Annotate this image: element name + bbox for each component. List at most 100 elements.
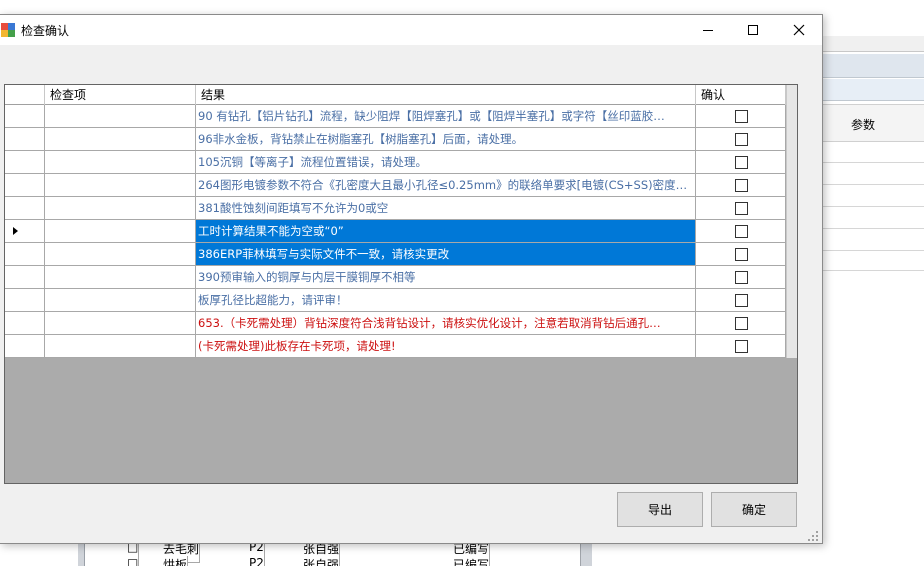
current-row-pointer-icon xyxy=(13,227,18,235)
check-item-cell[interactable] xyxy=(45,128,196,151)
background-grid-line xyxy=(822,270,924,271)
table-row[interactable]: 工时计算结果不能为空或“0” xyxy=(5,220,786,243)
tree-node-col2: P2 xyxy=(249,556,265,566)
table-row[interactable]: 653.（卡死需处理）背钻深度符合浅背钻设计，请核实优化设计，注意若取消背钻后通… xyxy=(5,312,786,335)
background-grid-line xyxy=(822,162,924,163)
resize-grip-icon[interactable] xyxy=(808,531,820,543)
tree-node-icon: □ xyxy=(127,556,140,566)
row-header-corner[interactable] xyxy=(5,85,45,105)
row-header[interactable] xyxy=(5,151,45,174)
result-cell[interactable]: (卡死需处理)此板存在卡死项，请处理! xyxy=(196,335,696,358)
result-cell[interactable]: 386ERP菲林填写与实际文件不一致，请核实更改 xyxy=(196,243,696,266)
table-row[interactable]: 264图形电镀参数不符合《孔密度大且最小孔径≤0.25mm》的联络单要求[电镀(… xyxy=(5,174,786,197)
screen: 参数 □ 去毛刺 P2 张自强 已编写 □ 烘板 P2 张自强 已编写 检查确认 xyxy=(0,0,924,566)
table-row[interactable]: 板厚孔径比超能力，请评审！ xyxy=(5,289,786,312)
background-toolbar xyxy=(822,36,924,52)
confirm-checkbox[interactable] xyxy=(735,317,748,330)
result-cell[interactable]: 105沉铜【等离子】流程位置错误，请处理。 xyxy=(196,151,696,174)
result-cell[interactable]: 96非水金板，背钻禁止在树脂塞孔【树脂塞孔】后面，请处理。 xyxy=(196,128,696,151)
confirm-cell[interactable] xyxy=(696,220,786,243)
result-cell[interactable]: 板厚孔径比超能力，请评审！ xyxy=(196,289,696,312)
confirm-checkbox[interactable] xyxy=(735,248,748,261)
table-row[interactable]: 381酸性蚀刻间距填写不允许为0或空 xyxy=(5,197,786,220)
confirm-checkbox[interactable] xyxy=(735,225,748,238)
title-bar[interactable]: 检查确认 xyxy=(0,15,822,45)
background-subheader xyxy=(822,79,924,101)
confirm-checkbox[interactable] xyxy=(735,294,748,307)
table-row[interactable]: 386ERP菲林填写与实际文件不一致，请核实更改 xyxy=(5,243,786,266)
confirm-cell[interactable] xyxy=(696,128,786,151)
row-header[interactable] xyxy=(5,105,45,128)
table-row[interactable]: 105沉铜【等离子】流程位置错误，请处理。 xyxy=(5,151,786,174)
confirm-checkbox[interactable] xyxy=(735,179,748,192)
check-item-cell[interactable] xyxy=(45,266,196,289)
confirm-cell[interactable] xyxy=(696,312,786,335)
check-item-cell[interactable] xyxy=(45,174,196,197)
check-item-cell[interactable] xyxy=(45,289,196,312)
check-item-cell[interactable] xyxy=(45,312,196,335)
row-header[interactable] xyxy=(5,197,45,220)
confirm-checkbox[interactable] xyxy=(735,156,748,169)
maximize-button[interactable] xyxy=(730,15,776,45)
row-header[interactable] xyxy=(5,335,45,358)
check-item-cell[interactable] xyxy=(45,220,196,243)
tree-node-status: 已编写 xyxy=(453,556,491,566)
check-item-cell[interactable] xyxy=(45,197,196,220)
check-results-grid: 检查项 结果 确认 90 有钻孔【铝片钻孔】流程，缺少阻焊【阻焊塞孔】或【阻焊半… xyxy=(4,84,798,484)
column-header-confirm[interactable]: 确认 xyxy=(696,85,786,105)
result-cell[interactable]: 653.（卡死需处理）背钻深度符合浅背钻设计，请核实优化设计，注意若取消背钻后通… xyxy=(196,312,696,335)
tree-node-col3: 张自强 xyxy=(303,556,341,566)
grid-scrollbar-gutter xyxy=(786,85,797,358)
background-grid-line xyxy=(822,184,924,185)
confirm-checkbox[interactable] xyxy=(735,340,748,353)
confirm-checkbox[interactable] xyxy=(735,202,748,215)
check-item-cell[interactable] xyxy=(45,105,196,128)
ok-button[interactable]: 确定 xyxy=(711,492,797,527)
table-row[interactable]: 390预审输入的铜厚与内层干膜铜厚不相等 xyxy=(5,266,786,289)
result-cell[interactable]: 工时计算结果不能为空或“0” xyxy=(196,220,696,243)
result-cell[interactable]: 264图形电镀参数不符合《孔密度大且最小孔径≤0.25mm》的联络单要求[电镀(… xyxy=(196,174,696,197)
result-cell[interactable]: 390预审输入的铜厚与内层干膜铜厚不相等 xyxy=(196,266,696,289)
maximize-icon xyxy=(748,25,758,35)
row-header[interactable] xyxy=(5,128,45,151)
row-header[interactable] xyxy=(5,289,45,312)
background-param-label: 参数 xyxy=(851,118,876,132)
row-header[interactable] xyxy=(5,220,45,243)
background-tab-strip xyxy=(822,54,924,78)
close-button[interactable] xyxy=(776,15,822,45)
close-icon xyxy=(793,24,805,36)
check-item-cell[interactable] xyxy=(45,151,196,174)
confirm-cell[interactable] xyxy=(696,105,786,128)
check-item-cell[interactable] xyxy=(45,335,196,358)
confirm-cell[interactable] xyxy=(696,151,786,174)
tree-node-name[interactable]: 烘板 xyxy=(163,556,189,566)
confirm-checkbox[interactable] xyxy=(735,271,748,284)
row-header[interactable] xyxy=(5,174,45,197)
result-cell[interactable]: 381酸性蚀刻间距填写不允许为0或空 xyxy=(196,197,696,220)
table-row[interactable]: (卡死需处理)此板存在卡死项，请处理! xyxy=(5,335,786,358)
row-header[interactable] xyxy=(5,266,45,289)
row-header[interactable] xyxy=(5,312,45,335)
confirm-checkbox[interactable] xyxy=(735,133,748,146)
confirm-cell[interactable] xyxy=(696,266,786,289)
confirm-cell[interactable] xyxy=(696,289,786,312)
minimize-button[interactable] xyxy=(685,15,731,45)
grid-header: 检查项 结果 确认 xyxy=(5,85,786,105)
background-grid-line xyxy=(822,250,924,251)
confirm-cell[interactable] xyxy=(696,335,786,358)
row-header[interactable] xyxy=(5,243,45,266)
confirm-checkbox[interactable] xyxy=(735,110,748,123)
column-header-result[interactable]: 结果 xyxy=(196,85,696,105)
export-button[interactable]: 导出 xyxy=(617,492,703,527)
column-header-check-item[interactable]: 检查项 xyxy=(45,85,196,105)
table-row[interactable]: 96非水金板，背钻禁止在树脂塞孔【树脂塞孔】后面，请处理。 xyxy=(5,128,786,151)
background-grid-line xyxy=(822,228,924,229)
app-grid-icon xyxy=(1,23,15,37)
table-row[interactable]: 90 有钻孔【铝片钻孔】流程，缺少阻焊【阻焊塞孔】或【阻焊半塞孔】或字符【丝印蓝… xyxy=(5,105,786,128)
background-grid-line xyxy=(822,206,924,207)
confirm-cell[interactable] xyxy=(696,243,786,266)
confirm-cell[interactable] xyxy=(696,174,786,197)
result-cell[interactable]: 90 有钻孔【铝片钻孔】流程，缺少阻焊【阻焊塞孔】或【阻焊半塞孔】或字符【丝印蓝… xyxy=(196,105,696,128)
check-item-cell[interactable] xyxy=(45,243,196,266)
confirm-cell[interactable] xyxy=(696,197,786,220)
